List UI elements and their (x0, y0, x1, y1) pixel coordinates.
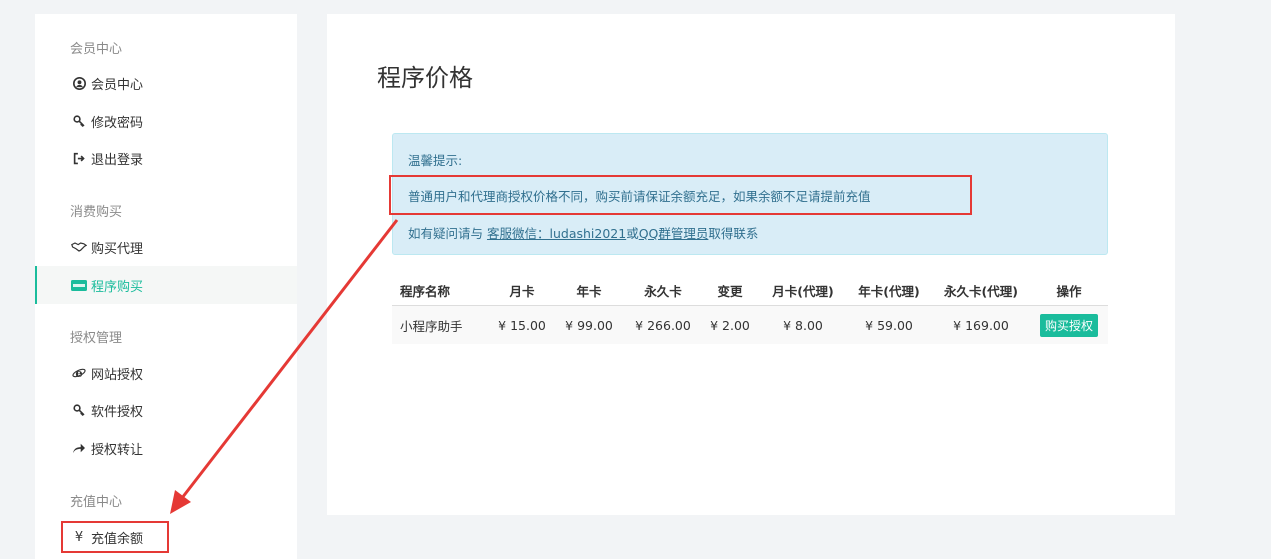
group-title-recharge: 充值中心 (70, 495, 123, 510)
cell-permanent: ¥ 266.00 (626, 305, 700, 344)
highlight-box-notice (389, 175, 972, 215)
col-permanent: 永久卡 (644, 283, 682, 299)
sidebar-item-label: 会员中心 (91, 77, 144, 93)
sidebar-item-label: 授权转让 (91, 442, 144, 458)
sidebar-item-software-license[interactable]: 软件授权 (35, 391, 297, 429)
qq-group-admin-link[interactable]: QQ群管理员 (639, 226, 709, 241)
alert-contact-line: 如有疑问请与 客服微信：ludashi2021或QQ群管理员取得联系 (408, 223, 758, 242)
sidebar-item-label: 网站授权 (91, 367, 144, 383)
contact-suffix: 取得联系 (708, 226, 759, 241)
table-header-row: 程序名称 月卡 年卡 永久卡 变更 月卡(代理) 年卡(代理) 永久卡(代理) … (392, 275, 1108, 306)
sidebar-item-site-license[interactable]: e 网站授权 (35, 354, 297, 392)
col-monthly: 月卡 (509, 283, 535, 299)
paypal-icon (71, 277, 87, 293)
cell-program-name: 小程序助手 (392, 305, 492, 344)
main-panel: 程序价格 温馨提示: 普通用户和代理商授权价格不同，购买前请保证余额充足，如果余… (327, 14, 1175, 515)
sidebar-item-label: 程序购买 (91, 279, 144, 295)
col-yearly-agent: 年卡(代理) (858, 283, 920, 299)
sidebar: 会员中心 会员中心 修改密码 退出登录 消费购买 购买代理 程序购买 授权管理 … (35, 14, 297, 559)
share-icon (71, 440, 87, 456)
svg-text:e: e (75, 366, 82, 380)
ie-icon: e (71, 365, 87, 381)
col-change: 变更 (717, 283, 743, 299)
col-yearly: 年卡 (576, 283, 602, 299)
sidebar-item-label: 修改密码 (91, 115, 144, 131)
sidebar-item-license-transfer[interactable]: 授权转让 (35, 429, 297, 467)
buy-license-button[interactable]: 购买授权 (1039, 313, 1098, 337)
page-title: 程序价格 (377, 64, 473, 92)
cell-yearly-agent: ¥ 59.00 (846, 305, 932, 344)
col-monthly-agent: 月卡(代理) (772, 283, 834, 299)
sign-out-icon (71, 150, 87, 166)
cell-permanent-agent: ¥ 169.00 (932, 305, 1030, 344)
handshake-icon (71, 239, 87, 255)
sidebar-item-buy-agent[interactable]: 购买代理 (35, 228, 297, 266)
price-table: 程序名称 月卡 年卡 永久卡 变更 月卡(代理) 年卡(代理) 永久卡(代理) … (392, 275, 1108, 344)
sidebar-item-member-center[interactable]: 会员中心 (35, 64, 297, 102)
cell-action: 购买授权 (1030, 305, 1108, 344)
table-row: 小程序助手 ¥ 15.00 ¥ 99.00 ¥ 266.00 ¥ 2.00 ¥ … (392, 305, 1108, 344)
key-icon (71, 402, 87, 418)
group-title-member: 会员中心 (70, 42, 123, 57)
sidebar-item-label: 退出登录 (91, 152, 144, 168)
key-icon (71, 113, 87, 129)
col-program-name: 程序名称 (400, 283, 451, 299)
highlight-box-recharge (61, 521, 169, 553)
group-title-license: 授权管理 (70, 331, 123, 346)
alert-heading: 温馨提示: (408, 153, 463, 168)
contact-mid: 或 (626, 226, 639, 241)
cell-monthly-agent: ¥ 8.00 (760, 305, 846, 344)
user-circle-icon (71, 75, 87, 91)
col-permanent-agent: 永久卡(代理) (944, 283, 1018, 299)
sidebar-item-change-password[interactable]: 修改密码 (35, 102, 297, 140)
cell-change: ¥ 2.00 (700, 305, 760, 344)
sidebar-item-label: 软件授权 (91, 404, 144, 420)
wechat-support-link[interactable]: 客服微信：ludashi2021 (487, 226, 626, 241)
col-action: 操作 (1056, 283, 1082, 299)
sidebar-item-logout[interactable]: 退出登录 (35, 139, 297, 177)
contact-prefix: 如有疑问请与 (408, 226, 487, 241)
cell-monthly: ¥ 15.00 (492, 305, 552, 344)
sidebar-item-label: 购买代理 (91, 241, 144, 257)
group-title-purchase: 消费购买 (70, 205, 123, 220)
cell-yearly: ¥ 99.00 (552, 305, 626, 344)
sidebar-item-buy-program[interactable]: 程序购买 (35, 266, 297, 304)
